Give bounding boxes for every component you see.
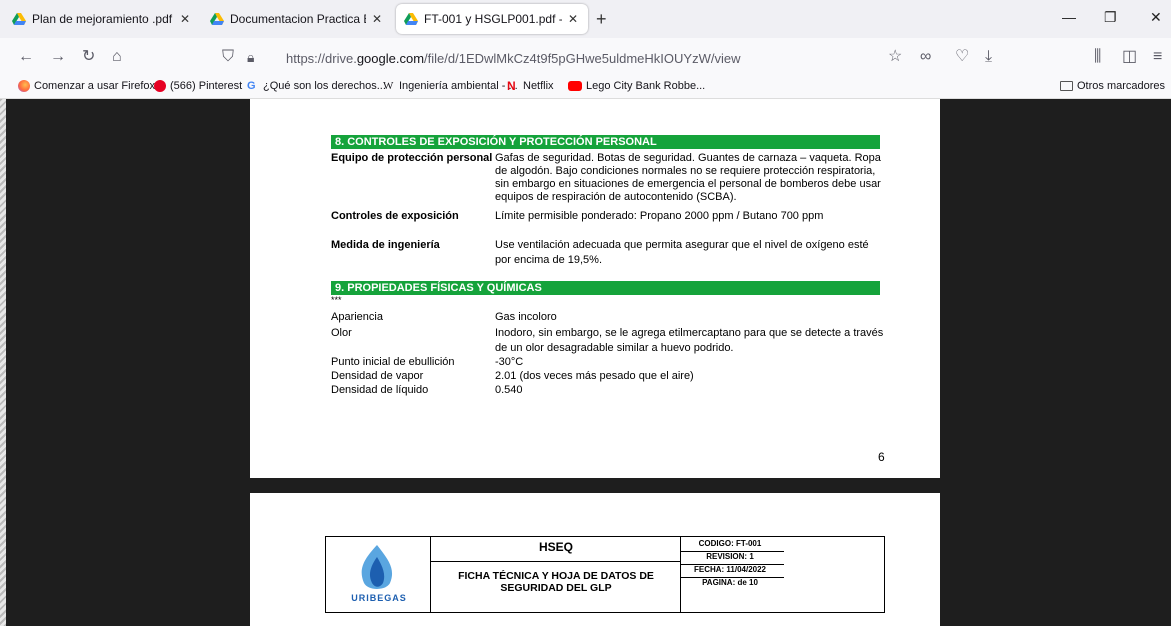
bookmark-firefox[interactable]: Comenzar a usar Firefox [18, 80, 155, 92]
boiling-label: Punto inicial de ebullición [331, 356, 455, 368]
ppe-line-2: de algodón. Bajo condiciones normales no… [495, 165, 876, 177]
header-subtitle: FICHA TÉCNICA Y HOJA DE DATOS DE SEGURID… [458, 570, 654, 594]
section-9-title: 9. PROPIEDADES FÍSICAS Y QUÍMICAS [331, 281, 880, 295]
pocket-icon[interactable]: ♡ [955, 48, 969, 66]
header-revision: REVISION: 1 [706, 552, 754, 561]
url-domain: google.com [356, 50, 425, 66]
library-icon[interactable]: ⫼ [1094, 48, 1101, 66]
minimize-icon[interactable]: — [1062, 9, 1076, 25]
uribegas-flame-logo [361, 545, 393, 589]
exposure-text: Límite permisible ponderado: Propano 200… [495, 210, 824, 222]
wikipedia-icon: W [383, 80, 394, 92]
pdf-page-7: URIBEGAS HSEQ FICHA TÉCNICA Y HOJA DE DA… [250, 493, 940, 626]
tab-label: Documentacion Practica Empre [230, 12, 366, 26]
bookmark-netflix[interactable]: N Netflix [507, 80, 554, 92]
bookmarks-bar: Comenzar a usar Firefox (566) Pinterest … [0, 78, 1171, 99]
boiling-value: -30°C [495, 356, 524, 368]
left-edge-strip [0, 99, 6, 626]
asterisks: *** [331, 295, 342, 305]
tab-ft001-active[interactable]: FT-001 y HSGLP001.pdf - Googl ✕ [396, 4, 588, 34]
forward-icon[interactable]: → [50, 48, 66, 66]
engineering-line-1: Use ventilación adecuada que permita ase… [495, 239, 869, 251]
folder-icon [1060, 81, 1073, 91]
reload-icon[interactable]: ↻ [82, 48, 95, 66]
pinterest-icon [154, 80, 166, 92]
close-icon[interactable]: ✕ [178, 12, 192, 26]
bookmark-derechos[interactable]: G ¿Qué son los derechos... [247, 80, 386, 92]
bookmark-label: Comenzar a usar Firefox [34, 80, 156, 92]
header-fecha: FECHA: 11/04/2022 [693, 565, 767, 574]
bookmark-label: Lego City Bank Robbe... [586, 80, 706, 92]
google-drive-icon [12, 13, 26, 25]
tab-plan-mejoramiento[interactable]: Plan de mejoramiento .pdf - Go ✕ [4, 4, 200, 34]
google-drive-icon [210, 13, 224, 25]
tab-bar: Plan de mejoramiento .pdf - Go ✕ Documen… [0, 0, 1171, 38]
appearance-value: Gas incoloro [495, 311, 557, 323]
ppe-line-4: equipos de respiración de autocontenido … [495, 191, 737, 203]
logo-text: URIBEGAS [351, 593, 407, 603]
new-tab-icon[interactable]: + [596, 10, 607, 28]
odor-line-2: de un olor desagradable similar a huevo … [495, 342, 734, 354]
section-8-title: 8. CONTROLES DE EXPOSICIÓN Y PROTECCIÓN … [331, 135, 880, 149]
mask-icon[interactable]: ∞ [920, 48, 931, 66]
menu-icon[interactable]: ≡ [1153, 48, 1162, 66]
header-pagina: PAGINA: de 10 [702, 578, 758, 587]
odor-label: Olor [331, 327, 352, 339]
home-icon[interactable]: ⌂ [112, 48, 122, 66]
exposure-label: Controles de exposición [331, 210, 459, 222]
google-icon: G [247, 80, 256, 92]
back-icon[interactable]: ← [18, 48, 34, 66]
bookmark-label: Ingeniería ambiental - ... [399, 80, 518, 92]
page-number: 6 [878, 450, 885, 464]
vapor-label: Densidad de vapor [331, 370, 424, 382]
youtube-icon [568, 81, 582, 91]
bookmark-ingenieria[interactable]: W Ingeniería ambiental - ... [383, 80, 518, 92]
vapor-value: 2.01 (dos veces más pesado que el aire) [495, 370, 694, 382]
firefox-icon [18, 80, 30, 92]
engineering-line-2: por encima de 19,5%. [495, 254, 603, 266]
appearance-label: Apariencia [331, 311, 383, 323]
download-icon[interactable]: ⤓ [985, 48, 992, 66]
bookmark-label: Netflix [523, 80, 554, 92]
close-icon[interactable]: ✕ [566, 12, 580, 26]
tab-documentacion[interactable]: Documentacion Practica Empre ✕ [202, 4, 392, 34]
engineering-label: Medida de ingeniería [331, 239, 440, 251]
tab-label: FT-001 y HSGLP001.pdf - Googl [424, 12, 562, 26]
bookmark-label: (566) Pinterest [170, 80, 243, 92]
liquid-label: Densidad de líquido [331, 384, 429, 396]
bookmark-pinterest[interactable]: (566) Pinterest [154, 80, 242, 92]
ppe-line-3: sin embargo en situaciones de emergencia… [495, 178, 881, 190]
sidebar-icon[interactable]: ◫ [1122, 48, 1137, 66]
other-bookmarks-label: Otros marcadores [1077, 80, 1166, 92]
bookmark-label: ¿Qué son los derechos... [263, 80, 386, 92]
url-bar[interactable]: https://drive. google.com/file/d/1EDwlMkC… [210, 43, 880, 73]
ppe-label: Equipo de protección personal [331, 152, 493, 164]
odor-line-1: Inodoro, sin embargo, se le agrega etilm… [495, 327, 884, 339]
header-codigo: CODIGO: FT-001 [698, 539, 762, 548]
ppe-line-1: Gafas de seguridad. Botas de seguridad. … [495, 152, 881, 164]
url-prefix: https://drive. [286, 50, 357, 66]
header-title: HSEQ [538, 540, 573, 554]
liquid-value: 0.540 [495, 384, 523, 396]
bookmark-lego[interactable]: Lego City Bank Robbe... [568, 80, 705, 92]
restore-icon[interactable]: ❐ [1104, 9, 1117, 26]
window-close-icon[interactable]: ✕ [1150, 9, 1162, 26]
pdf-page-6: 8. CONTROLES DE EXPOSICIÓN Y PROTECCIÓN … [250, 99, 940, 478]
url-path: /file/d/1EDwlMkCz4t9f5pGHwe5uldmeHkIOUYz… [424, 50, 741, 66]
tab-label: Plan de mejoramiento .pdf - Go [32, 12, 174, 26]
close-icon[interactable]: ✕ [370, 12, 384, 26]
netflix-icon: N [507, 79, 516, 93]
other-bookmarks[interactable]: Otros marcadores [1060, 80, 1165, 92]
document-header-table: URIBEGAS HSEQ FICHA TÉCNICA Y HOJA DE DA… [325, 536, 885, 613]
bookmark-star-icon[interactable]: ☆ [888, 48, 902, 66]
google-drive-icon [404, 13, 418, 25]
